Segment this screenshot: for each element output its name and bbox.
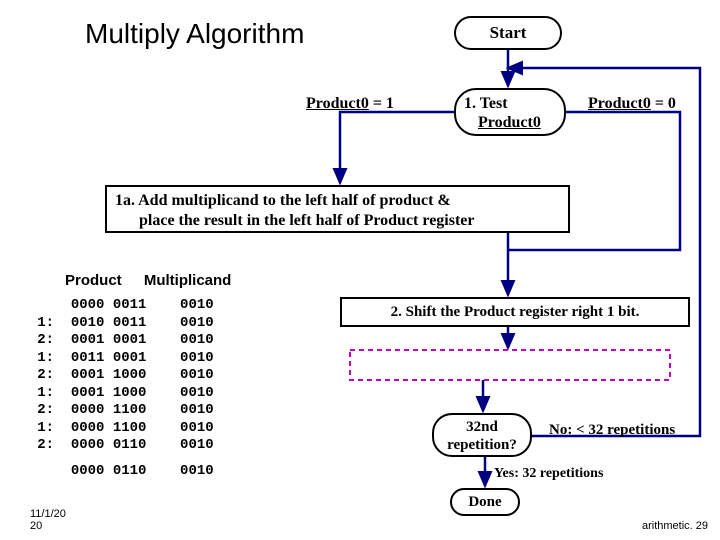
- table-row: 0000 0011 0010: [30, 297, 231, 315]
- table-row: 1: 0011 0001 0010: [30, 350, 231, 368]
- table-row: 2: 0000 0110 0010: [30, 437, 231, 455]
- slide-title: Multiply Algorithm: [85, 18, 304, 50]
- test-line2: Product0: [478, 114, 541, 131]
- flow-step-1a: 1a. Add multiplicand to the left half of…: [105, 185, 570, 233]
- table-row: 2: 0000 1100 0010: [30, 402, 231, 420]
- table-row: 2: 0001 1000 0010: [30, 367, 231, 385]
- step-1a-line1: 1a. Add multiplicand to the left half of…: [115, 191, 560, 211]
- table-row: 1: 0010 0011 0010: [30, 315, 231, 333]
- branch-label-eq1: Product0 = 1: [306, 95, 394, 113]
- rep-line2: repetition?: [447, 437, 517, 453]
- table-final-row: 0000 0110 0010: [30, 463, 231, 481]
- branch-label-eq0: Product0 = 0: [588, 95, 676, 113]
- table-row: 1: 0000 1100 0010: [30, 420, 231, 438]
- rep-line1: 32nd: [466, 419, 498, 435]
- table-header: Product Multiplicand: [30, 272, 231, 289]
- flow-test-product0: 1. Test Product0: [454, 88, 566, 136]
- col-multiplicand: Multiplicand: [144, 272, 232, 289]
- flow-start: Start: [454, 16, 562, 50]
- test-line1: 1. Test: [464, 95, 508, 112]
- footer-date: 11/1/20 20: [30, 508, 66, 532]
- flow-step-2: 2. Shift the Product register right 1 bi…: [340, 297, 690, 327]
- flow-repetition-check: 32nd repetition?: [432, 413, 532, 457]
- footer-page-ref: arithmetic. 29: [642, 520, 708, 532]
- branch-no: No: < 32 repetitions: [549, 422, 675, 439]
- table-row: 1: 0001 1000 0010: [30, 385, 231, 403]
- trace-table: Product Multiplicand 0000 0011 00101: 00…: [30, 272, 231, 480]
- col-product: Product: [65, 272, 122, 289]
- table-row: 2: 0001 0001 0010: [30, 332, 231, 350]
- flow-done: Done: [450, 488, 520, 516]
- branch-yes: Yes: 32 repetitions: [494, 466, 603, 482]
- step-1a-line2: place the result in the left half of Pro…: [115, 211, 560, 231]
